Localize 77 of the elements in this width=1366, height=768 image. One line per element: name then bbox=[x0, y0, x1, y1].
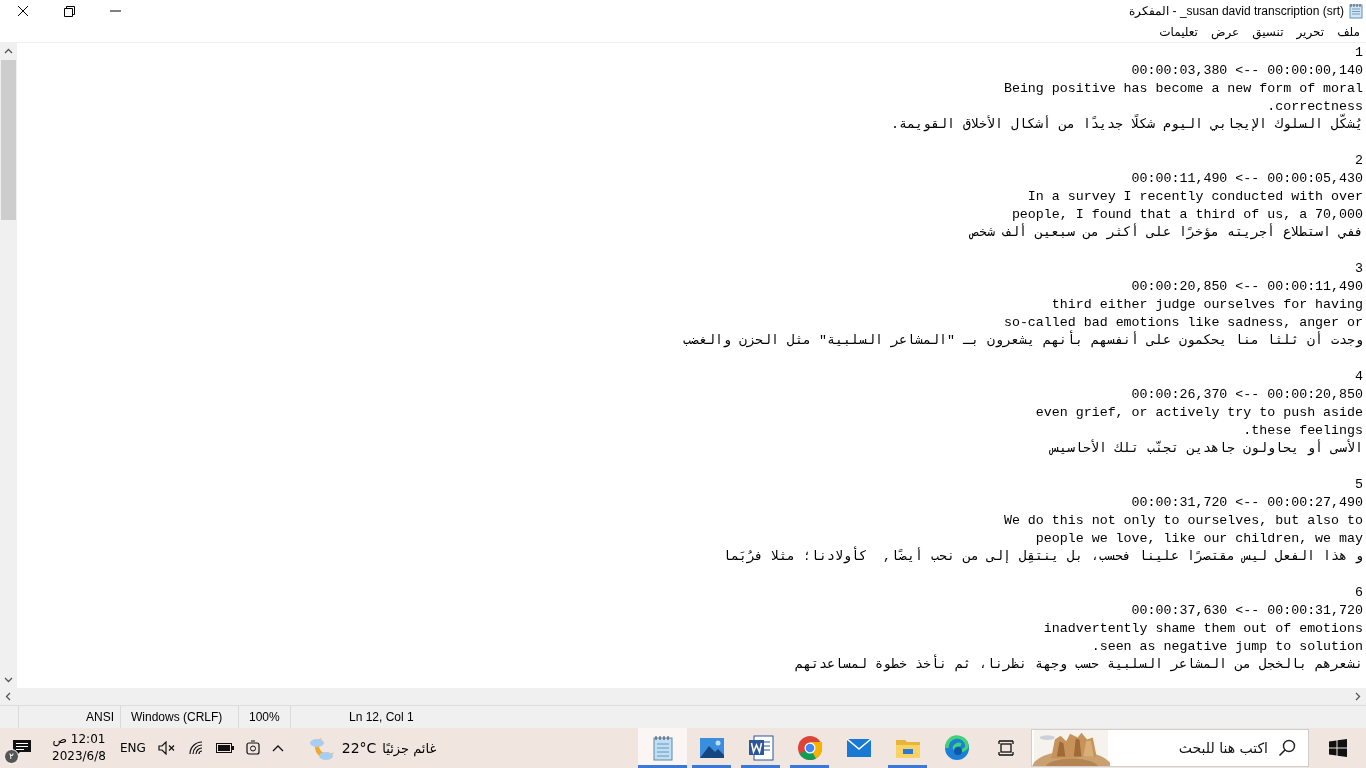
chevron-up-icon[interactable] bbox=[271, 744, 284, 752]
subtitle-line: inadvertently shame them out of emotions bbox=[1042, 620, 1363, 638]
subtitle-line: Being positive has become a new form of moral bbox=[1002, 80, 1363, 98]
timecode-line: 00:00:37,630 <-- 00:00:31,720 bbox=[1130, 602, 1363, 620]
notepad-icon bbox=[650, 735, 675, 761]
subtitle-line: الأسى أو يحاولون جاهدين تجنّب تلك الأحاسيس bbox=[1048, 440, 1363, 458]
scroll-down-icon[interactable] bbox=[4, 677, 13, 683]
timecode-line: 00:00:11,490 <-- 00:00:05,430 bbox=[1130, 170, 1363, 188]
subtitle-line: people we love, like our children, we may bbox=[1034, 530, 1363, 548]
envelope-icon bbox=[845, 738, 872, 758]
cue-number: 4 bbox=[1354, 368, 1363, 386]
subtitle-line: .correctness bbox=[1266, 98, 1363, 114]
menu-item[interactable]: تحرير bbox=[1296, 25, 1325, 39]
close-icon bbox=[17, 5, 29, 17]
menu-item[interactable]: تعليمات bbox=[1159, 25, 1198, 39]
scroll-up-icon[interactable] bbox=[4, 48, 13, 54]
scroll-right-icon[interactable] bbox=[1355, 692, 1361, 701]
timecode-line: 00:00:03,380 <-- 00:00:00,140 bbox=[1130, 62, 1363, 80]
folder-icon bbox=[894, 737, 921, 759]
search-placeholder: اكتب هنا للبحث bbox=[1178, 740, 1268, 756]
timecode-line: 00:00:26,370 <-- 00:00:20,850 bbox=[1130, 386, 1363, 404]
scroll-left-icon[interactable] bbox=[5, 692, 11, 701]
clock-date: 2023/6/8 bbox=[52, 748, 106, 765]
scrollbar-thumb[interactable] bbox=[1, 60, 16, 220]
vertical-scrollbar[interactable] bbox=[0, 43, 17, 688]
subtitle-line: .these feelings bbox=[1242, 422, 1363, 439]
running-indicator bbox=[888, 765, 927, 768]
notepad-taskbar-button[interactable] bbox=[638, 728, 687, 768]
swirl-icon bbox=[943, 735, 970, 761]
weather-condition: غائم جزئيًا bbox=[382, 740, 437, 756]
windows-icon bbox=[1329, 739, 1347, 757]
subtitle-line: نشعرهم بالخجل من المشاعر السلبية حسب وجهة نظرنا، ثم نأخذ خطوة لمساعدتهم bbox=[17, 656, 1363, 674]
subtitle-line: third either judge ourselves for having bbox=[1050, 296, 1363, 314]
document-icon bbox=[747, 735, 774, 761]
subtitle-line: even grief, or actively try to push aside bbox=[1034, 404, 1363, 422]
search-icon bbox=[1278, 739, 1296, 757]
search-field[interactable]: اكتب هنا للبحث bbox=[1031, 729, 1309, 767]
clock-time: 12:01 ص bbox=[52, 731, 106, 748]
running-indicator bbox=[790, 765, 829, 768]
battery-icon[interactable] bbox=[215, 743, 234, 753]
menu-item[interactable]: عرض bbox=[1210, 25, 1240, 39]
landscape-icon bbox=[698, 737, 725, 759]
minimize-icon bbox=[109, 10, 121, 12]
muted-speaker-icon[interactable] bbox=[157, 741, 176, 755]
wifi-icon[interactable] bbox=[187, 741, 204, 755]
notepad-icon bbox=[1348, 3, 1364, 19]
notification-count: ٢ bbox=[4, 749, 19, 764]
moon-cloud-icon bbox=[307, 735, 336, 761]
menu-item[interactable]: تنسيق bbox=[1252, 25, 1284, 39]
subtitle-line: .seen as negative jump to solution bbox=[1090, 638, 1363, 656]
timecode-line: 00:00:20,850 <-- 00:00:11,490 bbox=[1130, 278, 1363, 296]
horizontal-scrollbar[interactable] bbox=[0, 688, 1366, 705]
browser-icon bbox=[796, 735, 823, 761]
cue-number: 5 bbox=[1354, 476, 1363, 494]
menu-item[interactable]: ملف bbox=[1337, 25, 1360, 39]
subtitle-line: وجدت أن ثلثا منا يحكمون على أنفسهم بأنهم يشعرون بـ "المشاعر السلبية" مثل الحزن والغضب bbox=[17, 332, 1363, 350]
restore-icon bbox=[63, 5, 75, 17]
cue-number: 6 bbox=[1354, 584, 1363, 602]
task-view-icon bbox=[996, 739, 1015, 757]
running-indicator bbox=[638, 765, 687, 768]
language-indicator[interactable]: ENG bbox=[119, 741, 146, 755]
cue-number: 3 bbox=[1354, 260, 1363, 278]
subtitle-line: people, I found that a third of us, a 70,000 bbox=[1010, 206, 1363, 223]
timecode-line: 00:00:31,720 <-- 00:00:27,490 bbox=[1130, 494, 1363, 512]
subtitle-line: In a survey I recently conducted with over bbox=[1026, 188, 1363, 206]
cue-number: 2 bbox=[1354, 152, 1363, 170]
camera-icon[interactable] bbox=[245, 740, 260, 756]
running-indicator bbox=[741, 765, 780, 768]
notifications-button[interactable]: ٢ bbox=[0, 728, 44, 768]
temperature-text: 22°C bbox=[341, 740, 377, 756]
subtitle-line: so-called bad emotions like sadness, anger or bbox=[1002, 314, 1363, 330]
subtitle-line: ففي استطلاع أجريته مؤخرًا على أكثر من سبعين ألف شخص bbox=[968, 224, 1363, 242]
window-title: susan david transcription (srt)_ - المفكرة bbox=[1129, 4, 1344, 18]
running-indicator bbox=[692, 765, 731, 768]
subtitle-line: We do this not only to ourselves, but also to bbox=[1002, 512, 1363, 530]
cue-number: 1 bbox=[1354, 44, 1363, 62]
subtitle-line: و هذا الفعل ليس مقتصرًا علينا فحسب، بل ينتقِل إلى من نحب أيضًا, كأولادنا؛ مثلا فرُبَما bbox=[17, 548, 1363, 566]
